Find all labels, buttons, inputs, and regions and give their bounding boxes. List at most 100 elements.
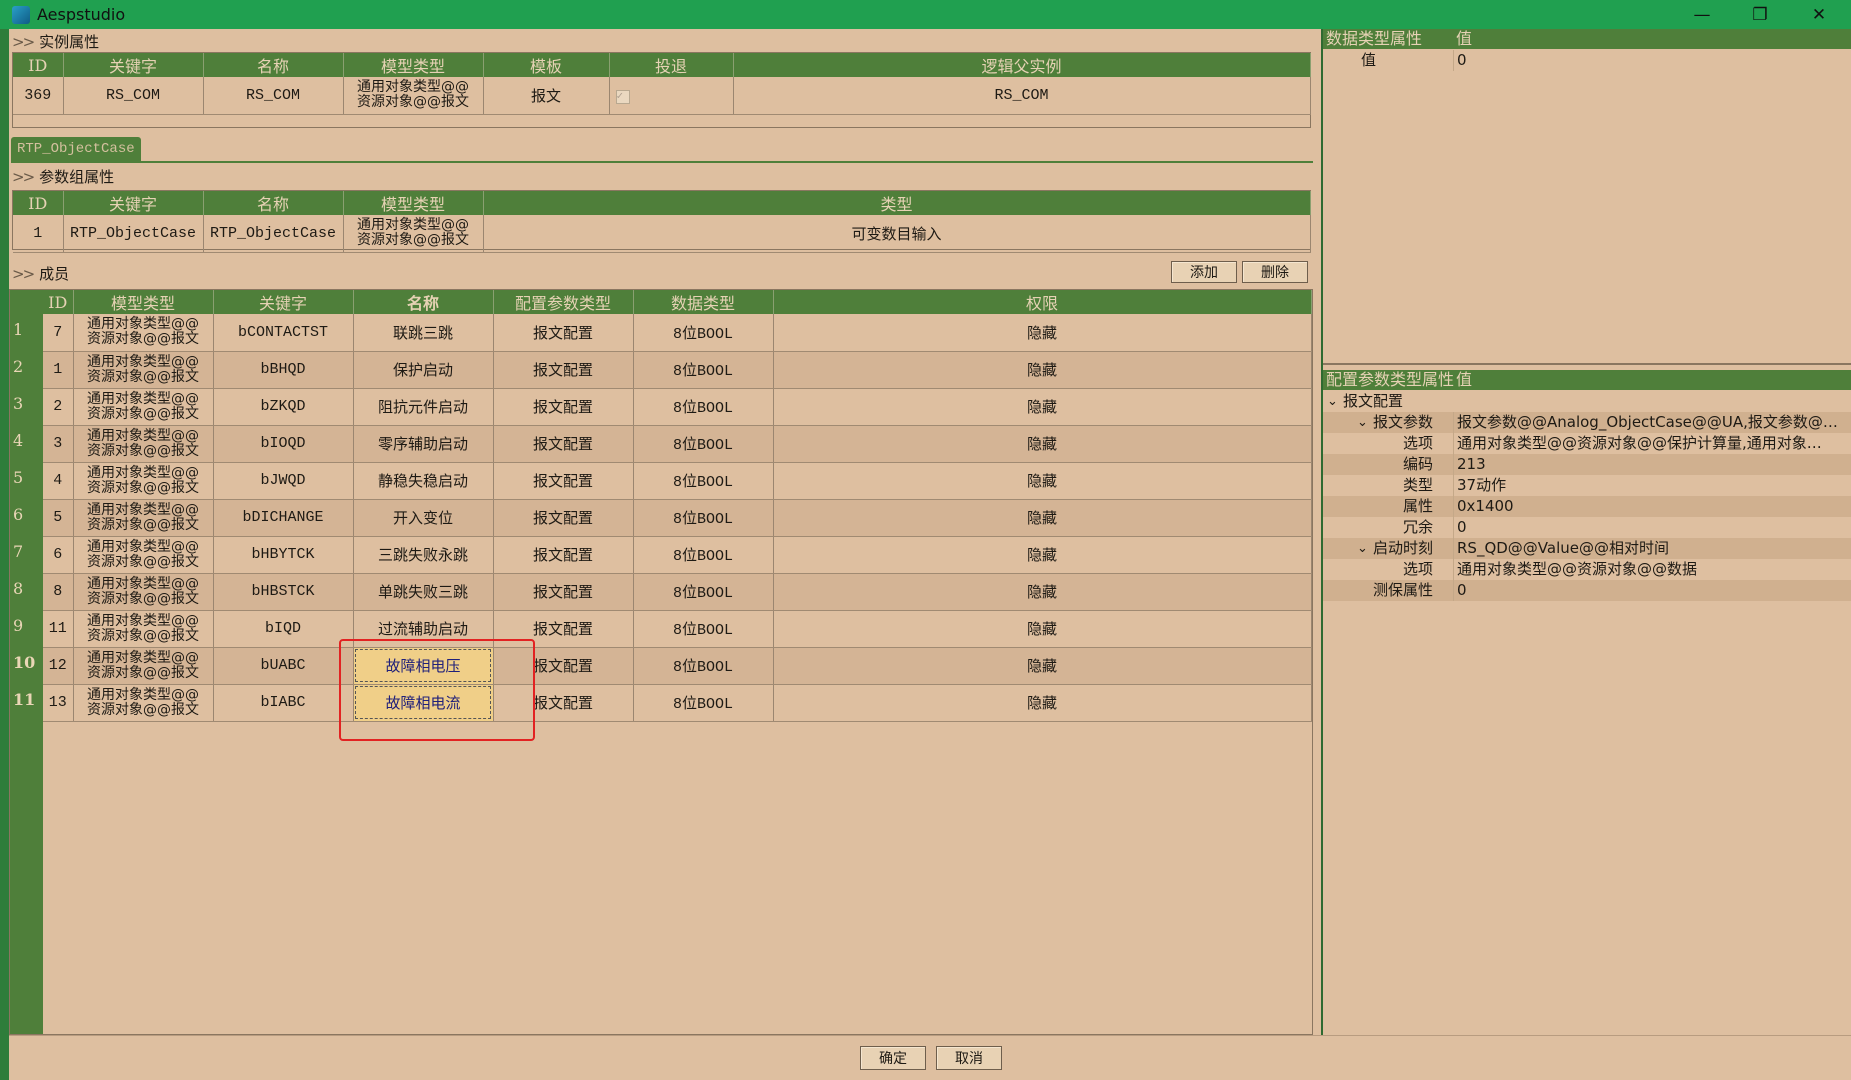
member-data-type-cell[interactable]: 8位BOOL (633, 388, 774, 426)
member-permission-cell[interactable]: 隐藏 (773, 425, 1312, 463)
col-header-type[interactable]: 类型 (483, 191, 1311, 215)
member-name-cell[interactable]: 三跳失败永跳 (353, 536, 494, 574)
col-header-keyword[interactable]: 关键字 (213, 290, 354, 314)
delete-button[interactable]: 删除 (1242, 261, 1308, 283)
member-keyword-cell[interactable]: bIQD (213, 610, 354, 648)
member-config-type-cell[interactable]: 报文配置 (493, 314, 634, 352)
members-section-header[interactable]: >> 成员 (12, 263, 69, 284)
member-data-type-cell[interactable]: 8位BOOL (633, 536, 774, 574)
row-number[interactable]: 8 (9, 579, 42, 598)
member-id-cell[interactable]: 7 (43, 314, 74, 352)
member-name-cell[interactable]: 联跳三跳 (353, 314, 494, 352)
tab-rtp-objectcase[interactable]: RTP_ObjectCase (11, 137, 141, 161)
row-number[interactable]: 5 (9, 468, 42, 487)
member-keyword-cell[interactable]: bDICHANGE (213, 499, 354, 537)
restore-button[interactable]: ❐ (1731, 0, 1789, 29)
member-model-type-cell[interactable]: 通用对象类型@@ 资源对象@@报文 (73, 425, 214, 463)
col-header-model-type[interactable]: 模型类型 (343, 53, 484, 77)
row-number[interactable]: 11 (9, 690, 42, 709)
config-property-value[interactable]: 报文参数@@Analog_ObjectCase@@UA,报文参数@@… (1457, 412, 1849, 433)
pane-divider[interactable] (1323, 363, 1851, 365)
member-keyword-cell[interactable]: bHBSTCK (213, 573, 354, 611)
col-header-toggle[interactable]: 投退 (609, 53, 734, 77)
config-property-row[interactable]: 属性 0x1400 (1323, 496, 1851, 517)
member-permission-cell[interactable]: 隐藏 (773, 388, 1312, 426)
member-id-cell[interactable]: 4 (43, 462, 74, 500)
param-group-row[interactable]: 1 RTP_ObjectCase RTP_ObjectCase 通用对象类型@@… (13, 215, 1311, 253)
instance-row[interactable]: 369 RS_COM RS_COM 通用对象类型@@ 资源对象@@报文 报文 ✓ … (13, 77, 1311, 115)
config-property-row[interactable]: 选项 通用对象类型@@资源对象@@数据 (1323, 559, 1851, 580)
row-number[interactable]: 10 (9, 653, 42, 672)
member-id-cell[interactable]: 8 (43, 573, 74, 611)
row-number[interactable]: 2 (9, 357, 42, 376)
member-config-type-cell[interactable]: 报文配置 (493, 536, 634, 574)
config-property-value[interactable]: 通用对象类型@@资源对象@@保护计算量,通用对象… (1457, 433, 1849, 454)
member-keyword-cell[interactable]: bIABC (213, 684, 354, 722)
col-header-name[interactable]: 名称 (203, 53, 344, 77)
col-header-id[interactable]: ID (43, 290, 74, 314)
table-row[interactable]: 4 通用对象类型@@ 资源对象@@报文 bJWQD 静稳失稳启动 报文配置 8位BOOL 隐藏 (43, 462, 1312, 500)
param-group-keyword-cell[interactable]: RTP_ObjectCase (63, 215, 204, 253)
minimize-button[interactable]: — (1673, 0, 1731, 29)
col-header-keyword[interactable]: 关键字 (63, 191, 204, 215)
config-property-row[interactable]: ⌄ 报文参数 报文参数@@Analog_ObjectCase@@UA,报文参数@@… (1323, 412, 1851, 433)
member-model-type-cell[interactable]: 通用对象类型@@ 资源对象@@报文 (73, 351, 214, 389)
member-keyword-cell[interactable]: bCONTACTST (213, 314, 354, 352)
row-number[interactable]: 4 (9, 431, 42, 450)
col-header-name[interactable]: 名称 (203, 191, 344, 215)
member-model-type-cell[interactable]: 通用对象类型@@ 资源对象@@报文 (73, 610, 214, 648)
member-keyword-cell[interactable]: bZKQD (213, 388, 354, 426)
member-config-type-cell[interactable]: 报文配置 (493, 388, 634, 426)
member-model-type-cell[interactable]: 通用对象类型@@ 资源对象@@报文 (73, 684, 214, 722)
col-header-parent[interactable]: 逻辑父实例 (733, 53, 1311, 77)
col-header-name[interactable]: 名称 (353, 290, 494, 314)
member-model-type-cell[interactable]: 通用对象类型@@ 资源对象@@报文 (73, 462, 214, 500)
param-group-model-type-cell[interactable]: 通用对象类型@@ 资源对象@@报文 (343, 215, 484, 253)
row-number[interactable]: 9 (9, 616, 42, 635)
row-number[interactable]: 6 (9, 505, 42, 524)
member-name-cell[interactable]: 开入变位 (353, 499, 494, 537)
col-header-permission[interactable]: 权限 (773, 290, 1312, 314)
member-config-type-cell[interactable]: 报文配置 (493, 573, 634, 611)
property-value[interactable]: 0 (1457, 50, 1849, 71)
config-property-value[interactable]: 0 (1457, 517, 1849, 538)
ok-button[interactable]: 确定 (860, 1046, 926, 1070)
config-property-row[interactable]: 类型 37动作 (1323, 475, 1851, 496)
member-permission-cell[interactable]: 隐藏 (773, 536, 1312, 574)
row-number[interactable]: 3 (9, 394, 42, 413)
member-data-type-cell[interactable]: 8位BOOL (633, 610, 774, 648)
config-property-row[interactable]: 编码 213 (1323, 454, 1851, 475)
member-model-type-cell[interactable]: 通用对象类型@@ 资源对象@@报文 (73, 573, 214, 611)
property-row[interactable]: 值0 (1323, 50, 1851, 71)
member-model-type-cell[interactable]: 通用对象类型@@ 资源对象@@报文 (73, 536, 214, 574)
row-number[interactable]: 1 (9, 320, 42, 339)
col-header-id[interactable]: ID (13, 53, 64, 77)
member-data-type-cell[interactable]: 8位BOOL (633, 573, 774, 611)
param-group-type-cell[interactable]: 可变数目输入 (483, 215, 1311, 253)
col-header-id[interactable]: ID (13, 191, 64, 215)
member-keyword-cell[interactable]: bUABC (213, 647, 354, 685)
member-name-cell[interactable]: 零序辅助启动 (353, 425, 494, 463)
config-property-row[interactable]: 冗余 0 (1323, 517, 1851, 538)
config-property-row[interactable]: ⌄ 启动时刻 RS_QD@@Value@@相对时间 (1323, 538, 1851, 559)
col-header-data-type[interactable]: 数据类型 (633, 290, 774, 314)
member-name-cell[interactable]: 单跳失败三跳 (353, 573, 494, 611)
instance-parent-cell[interactable]: RS_COM (733, 77, 1311, 115)
member-name-cell[interactable]: 阻抗元件启动 (353, 388, 494, 426)
table-row[interactable]: 11 通用对象类型@@ 资源对象@@报文 bIQD 过流辅助启动 报文配置 8位BOOL 隐藏 (43, 610, 1312, 648)
member-keyword-cell[interactable]: bIOQD (213, 425, 354, 463)
member-id-cell[interactable]: 13 (43, 684, 74, 722)
instance-id-cell[interactable]: 369 (13, 77, 64, 115)
config-property-value[interactable]: RS_QD@@Value@@相对时间 (1457, 538, 1849, 559)
member-name-cell[interactable]: 静稳失稳启动 (353, 462, 494, 500)
member-permission-cell[interactable]: 隐藏 (773, 647, 1312, 685)
table-row[interactable]: 12 通用对象类型@@ 资源对象@@报文 bUABC 故障相电压 报文配置 8位BOOL 隐藏 (43, 647, 1312, 685)
table-row[interactable]: 13 通用对象类型@@ 资源对象@@报文 bIABC 故障相电流 报文配置 8位BOOL 隐藏 (43, 684, 1312, 722)
instance-name-cell[interactable]: RS_COM (203, 77, 344, 115)
col-header-template[interactable]: 模板 (483, 53, 610, 77)
member-id-cell[interactable]: 5 (43, 499, 74, 537)
member-config-type-cell[interactable]: 报文配置 (493, 499, 634, 537)
member-permission-cell[interactable]: 隐藏 (773, 462, 1312, 500)
member-config-type-cell[interactable]: 报文配置 (493, 351, 634, 389)
member-data-type-cell[interactable]: 8位BOOL (633, 499, 774, 537)
